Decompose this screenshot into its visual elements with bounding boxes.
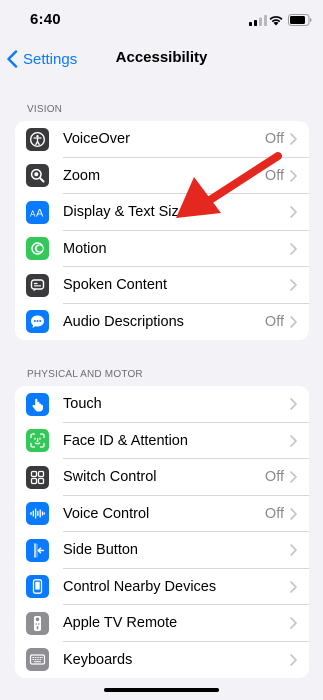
page-title: Accessibility [115,49,208,66]
row-keyboards[interactable]: Keyboards [15,642,309,679]
chevron-right-icon [290,315,297,328]
chevron-right-icon [290,471,297,484]
row-control-nearby-devices[interactable]: Control Nearby Devices [15,569,309,605]
audio-descriptions-icon [26,310,49,334]
navigation-bar: Settings Accessibility [0,40,323,78]
section-header-physical-motor: PHYSICAL AND MOTOR [27,369,143,380]
settings-group-physical-motor: Touch Face ID & Attention Switch Control… [15,386,309,678]
row-label: Keyboards [63,651,133,668]
chevron-right-icon [290,133,297,146]
row-motion[interactable]: Motion [15,231,309,267]
chevron-right-icon [290,617,297,630]
face-id-icon [26,429,49,453]
row-label: Spoken Content [63,277,167,294]
row-switch-control[interactable]: Switch Control Off [15,459,309,496]
row-label: Face ID & Attention [63,432,188,449]
row-label: Control Nearby Devices [63,578,217,595]
chevron-right-icon [290,507,297,520]
row-label: Touch [63,396,102,413]
row-label: Voice Control [63,505,150,522]
row-value: Off [264,505,284,522]
chevron-right-icon [290,169,297,182]
keyboard-icon [26,648,49,672]
section-header-vision: VISION [27,104,63,115]
tv-remote-icon [26,611,49,635]
chevron-right-icon [290,242,297,255]
row-label: Audio Descriptions [63,313,184,330]
row-side-button[interactable]: Side Button [15,532,309,569]
chevron-right-icon [290,279,297,292]
home-indicator[interactable] [104,688,219,692]
row-label: Motion [63,240,107,257]
touch-icon [26,392,49,416]
text-size-icon: A A [26,200,49,224]
row-label: Switch Control [63,469,157,486]
battery-icon [288,14,312,26]
row-audio-descriptions[interactable]: Audio Descriptions Off [15,304,309,341]
side-button-icon [26,538,49,562]
spoken-content-icon [26,273,49,297]
row-face-id-attention[interactable]: Face ID & Attention [15,423,309,459]
row-label: Apple TV Remote [63,615,178,632]
svg-text:A: A [36,207,44,219]
zoom-icon [26,164,49,188]
chevron-right-icon [290,398,297,411]
status-time: 6:40 [30,11,61,28]
annotation-arrow-icon [176,152,282,218]
switch-control-icon [26,465,49,489]
motion-icon [26,237,49,261]
row-value: Off [264,469,284,486]
wifi-icon [269,16,283,26]
chevron-right-icon [290,580,297,593]
nearby-devices-icon [26,575,49,599]
row-label: VoiceOver [63,131,130,148]
row-touch[interactable]: Touch [15,386,309,423]
cellular-signal-icon [249,15,267,26]
chevron-right-icon [290,206,297,219]
voice-control-icon [26,502,49,526]
chevron-right-icon [290,434,297,447]
voiceover-icon [26,127,49,151]
status-bar: 6:40 [0,0,323,40]
row-value: Off [264,131,284,148]
row-voice-control[interactable]: Voice Control Off [15,496,309,532]
chevron-right-icon [290,544,297,557]
row-spoken-content[interactable]: Spoken Content [15,267,309,304]
row-value: Off [264,313,284,330]
row-apple-tv-remote[interactable]: Apple TV Remote [15,605,309,642]
chevron-right-icon [290,653,297,666]
row-label: Side Button [63,542,138,559]
